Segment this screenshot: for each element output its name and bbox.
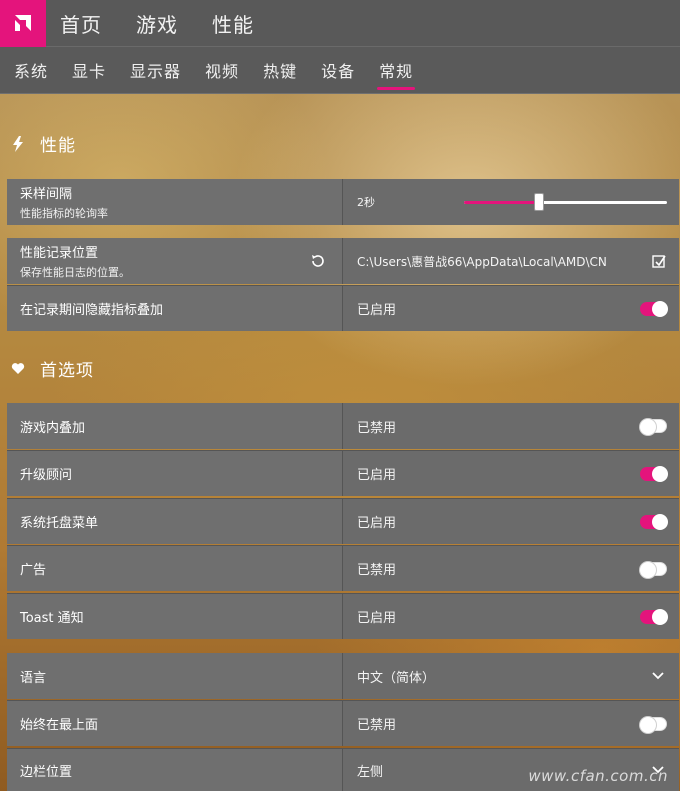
language-row: 语言 中文（简体） [7, 653, 679, 699]
watermark: www.cfan.com.cn [528, 767, 668, 785]
pref-row-toast: Toast 通知 已启用 [7, 593, 679, 639]
pref-status: 已启用 [357, 516, 397, 531]
pref-row-tray-menu: 系统托盘菜单 已启用 [7, 498, 679, 544]
pref-status: 已启用 [357, 468, 397, 483]
pref-status: 已禁用 [357, 420, 397, 436]
ads-toggle[interactable] [640, 561, 667, 578]
language-label: 语言 [20, 670, 47, 686]
top-bar: 首页 游戏 性能 [0, 0, 680, 47]
always-on-top-toggle[interactable] [640, 716, 667, 733]
top-nav: 首页 游戏 性能 [60, 9, 288, 38]
pref-row-ingame-overlay: 游戏内叠加 已禁用 [7, 403, 679, 449]
reset-icon[interactable] [310, 253, 326, 269]
top-nav-performance[interactable]: 性能 [212, 9, 254, 38]
tab-devices[interactable]: 设备 [321, 47, 355, 94]
sampling-interval-label: 采样间隔 [20, 187, 73, 202]
sampling-interval-row: 采样间隔 性能指标的轮询率 2秒 [7, 179, 679, 225]
pref-label: 升级顾问 [20, 468, 73, 483]
pref-label: Toast 通知 [20, 611, 84, 626]
tray-menu-toggle[interactable] [640, 513, 668, 530]
pref-label: 系统托盘菜单 [20, 516, 99, 531]
amd-logo-icon [15, 15, 31, 31]
upgrade-advisor-toggle[interactable] [640, 465, 668, 482]
tab-video[interactable]: 视频 [205, 47, 239, 94]
slider-fill [464, 201, 540, 204]
section-preferences-title: 首选项 [40, 361, 94, 381]
chevron-down-icon [652, 672, 664, 680]
lightning-icon [10, 135, 26, 152]
log-location-label: 性能记录位置 [20, 246, 99, 261]
amd-logo[interactable] [0, 0, 46, 47]
tab-display[interactable]: 显示器 [130, 47, 181, 94]
pref-label: 游戏内叠加 [20, 420, 86, 436]
tab-hotkeys[interactable]: 热键 [263, 47, 297, 94]
pref-label: 广告 [20, 563, 47, 578]
tab-graphics[interactable]: 显卡 [72, 47, 106, 94]
top-nav-gaming[interactable]: 游戏 [136, 9, 178, 38]
ingame-overlay-toggle[interactable] [640, 419, 667, 435]
pref-row-ads: 广告 已禁用 [7, 545, 679, 591]
slider-handle[interactable] [534, 193, 545, 211]
pref-status: 已禁用 [357, 563, 397, 578]
language-value: 中文（简体） [357, 670, 436, 686]
hide-overlay-row: 在记录期间隐藏指标叠加 已启用 [7, 285, 679, 331]
pref-status: 已启用 [357, 611, 397, 626]
sampling-interval-slider[interactable] [464, 193, 667, 211]
hide-overlay-label: 在记录期间隐藏指标叠加 [20, 303, 164, 318]
log-location-row: 性能记录位置 保存性能日志的位置。 C:\Users\惠普战66\AppData… [7, 238, 679, 284]
heart-icon [10, 361, 26, 377]
section-performance-title: 性能 [40, 136, 76, 156]
browse-folder-icon[interactable] [651, 253, 667, 269]
section-preferences: 首选项 [10, 356, 94, 381]
sidebar-position-label: 边栏位置 [20, 764, 73, 780]
hide-overlay-status: 已启用 [357, 303, 397, 318]
always-on-top-status: 已禁用 [357, 718, 397, 733]
hide-overlay-toggle[interactable] [640, 300, 668, 317]
section-performance: 性能 [10, 131, 76, 156]
always-on-top-row: 始终在最上面 已禁用 [7, 700, 679, 746]
top-nav-home[interactable]: 首页 [60, 9, 102, 38]
language-dropdown[interactable]: 中文（简体） [343, 653, 679, 699]
sidebar-position-value: 左侧 [357, 764, 384, 780]
pref-row-upgrade-advisor: 升级顾问 已启用 [7, 450, 679, 496]
toast-toggle[interactable] [640, 608, 668, 625]
log-location-desc: 保存性能日志的位置。 [20, 266, 130, 279]
settings-tabs: 系统 显卡 显示器 视频 热键 设备 常规 [0, 47, 680, 94]
sampling-interval-value: 2秒 [357, 196, 375, 209]
tab-general[interactable]: 常规 [377, 47, 416, 94]
always-on-top-label: 始终在最上面 [20, 718, 99, 733]
tab-system[interactable]: 系统 [14, 47, 48, 94]
sampling-interval-desc: 性能指标的轮询率 [20, 207, 108, 220]
log-location-path: C:\Users\惠普战66\AppData\Local\AMD\CN [357, 254, 607, 269]
